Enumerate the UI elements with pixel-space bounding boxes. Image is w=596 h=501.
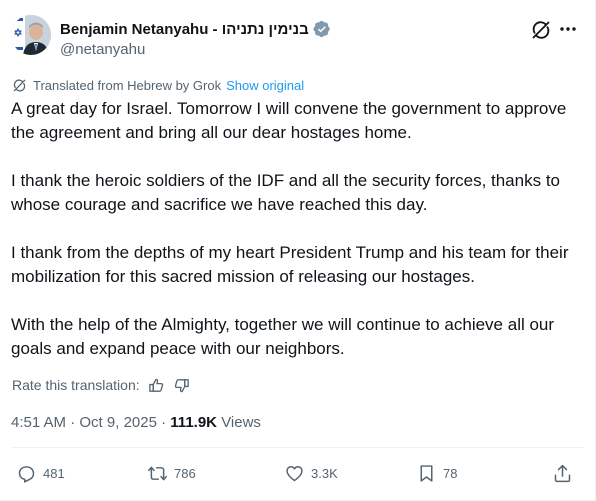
- tweet-text: A great day for Israel. Tomorrow I will …: [11, 97, 585, 385]
- tweet-paragraph: A great day for Israel. Tomorrow I will …: [11, 99, 567, 142]
- views-label: Views: [221, 414, 261, 431]
- repost-icon: [148, 466, 167, 480]
- verified-badge-icon[interactable]: [313, 20, 331, 38]
- divider: [11, 447, 584, 448]
- grok-icon[interactable]: [530, 19, 552, 41]
- share-button[interactable]: [552, 461, 573, 485]
- heart-icon: [286, 465, 303, 481]
- reply-count: 481: [43, 465, 65, 481]
- reply-button[interactable]: 481: [16, 461, 65, 485]
- tweet-paragraph: With the help of the Almighty, together …: [11, 315, 555, 358]
- grok-translate-icon: [13, 78, 26, 92]
- author-name-row: Benjamin Netanyahu - בנימין נתניהו: [60, 19, 331, 39]
- tweet-paragraph: I thank the heroic soldiers of the IDF a…: [11, 171, 560, 214]
- tweet-meta: 4:51 AM · Oct 9, 2025 · 111.9K Views: [11, 414, 261, 431]
- avatar-image: [11, 15, 51, 55]
- like-count: 3.3K: [311, 465, 338, 481]
- tweet-paragraph: I thank from the depths of my heart Pres…: [11, 243, 569, 286]
- bookmark-count: 78: [443, 465, 458, 481]
- meta-separator: ·: [161, 414, 167, 431]
- rate-translation-label: Rate this translation:: [12, 377, 140, 393]
- tweet-time[interactable]: 4:51 AM: [11, 414, 66, 431]
- show-original-link[interactable]: Show original: [226, 78, 304, 93]
- translation-notice-text: Translated from Hebrew by Grok: [33, 77, 222, 93]
- action-bar: 481 786 3.3K 78: [0, 461, 596, 485]
- thumbs-up-icon[interactable]: [148, 377, 165, 394]
- author-display-name[interactable]: Benjamin Netanyahu - בנימין נתניהו: [60, 21, 309, 38]
- share-icon: [554, 464, 571, 482]
- bookmark-icon: [420, 464, 433, 482]
- meta-separator: ·: [70, 414, 76, 431]
- bookmark-button[interactable]: 78: [416, 461, 457, 485]
- more-options-icon[interactable]: [557, 18, 579, 40]
- rate-translation-row: Rate this translation:: [12, 376, 190, 394]
- thumbs-down-icon[interactable]: [173, 377, 190, 394]
- like-button[interactable]: 3.3K: [284, 461, 338, 485]
- repost-button[interactable]: 786: [147, 461, 196, 485]
- repost-count: 786: [174, 465, 196, 481]
- tweet-date[interactable]: Oct 9, 2025: [79, 414, 157, 431]
- avatar[interactable]: [11, 15, 51, 55]
- translation-notice: Translated from Hebrew by Grok Show orig…: [12, 77, 304, 93]
- reply-icon: [18, 465, 35, 483]
- author-handle[interactable]: @netanyahu: [60, 41, 145, 58]
- views-count: 111.9K: [170, 414, 218, 431]
